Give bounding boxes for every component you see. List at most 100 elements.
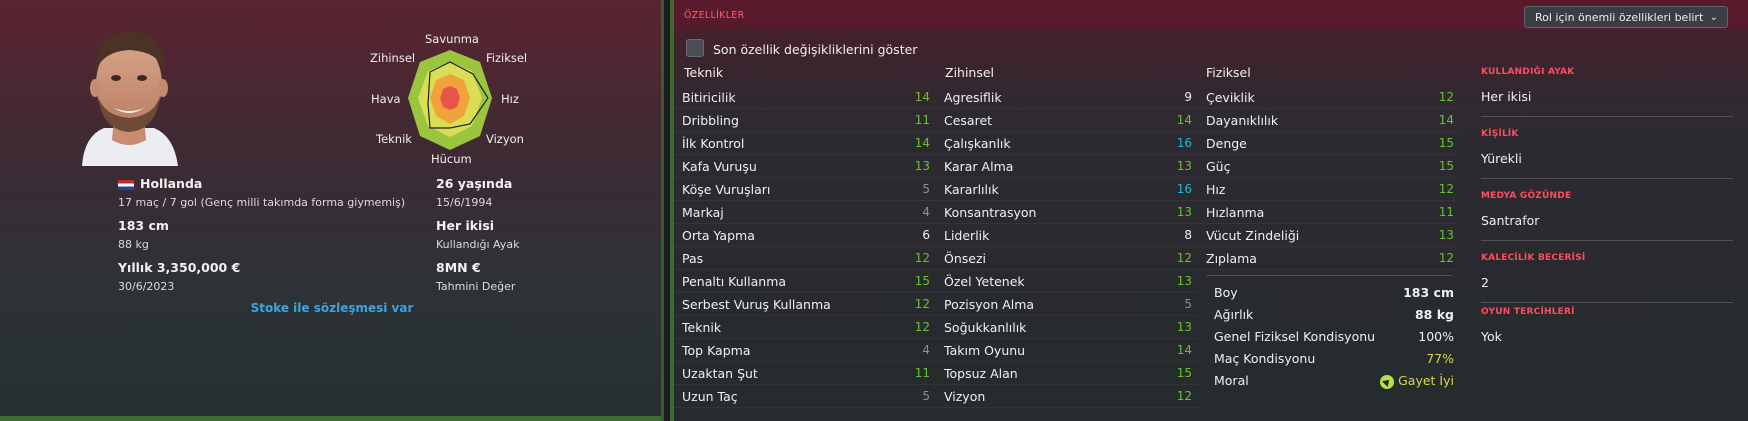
attribute-value: 9 [1184, 90, 1192, 104]
chevron-down-icon: ⌄ [1709, 12, 1718, 23]
physical-info-name: Genel Fiziksel Kondisyonu [1214, 329, 1376, 344]
attribute-row[interactable]: Çeviklik 12 [1198, 87, 1460, 109]
attribute-name: Serbest Vuruş Kullanma [682, 297, 831, 312]
attribute-row[interactable]: Vizyon 12 [936, 386, 1198, 408]
attribute-row[interactable]: Dribbling 11 [674, 110, 936, 132]
attribute-row[interactable]: Önsezi 12 [936, 248, 1198, 270]
attributes-section-title: ÖZELLİKLER [684, 10, 745, 21]
attribute-name: Köşe Vuruşları [682, 182, 771, 197]
attribute-value: 13 [1176, 159, 1192, 173]
weight: 88 kg [118, 238, 149, 251]
attribute-row[interactable]: Penaltı Kullanma 15 [674, 271, 936, 293]
attribute-name: Hızlanma [1206, 205, 1265, 220]
side-info-value: Her ikisi [1481, 89, 1532, 104]
attribute-name: Cesaret [944, 113, 993, 128]
attribute-row[interactable]: Karar Alma 13 [936, 156, 1198, 178]
physical-info-value: Gayet İyi [1380, 371, 1454, 391]
radar-label-savunma: Savunma [425, 32, 479, 46]
attribute-name: Çeviklik [1206, 90, 1255, 105]
side-info-value: 2 [1481, 275, 1489, 290]
side-info-label: KİŞİLİK [1481, 129, 1519, 139]
contract-end: 30/6/2023 [118, 280, 175, 293]
attribute-row[interactable]: Pas 12 [674, 248, 936, 270]
role-highlight-dropdown[interactable]: Rol için önemli özellikleri belirt ⌄ [1524, 6, 1728, 28]
wage: Yıllık 3,350,000 € [118, 260, 241, 275]
attribute-value: 13 [914, 159, 930, 173]
attribute-row[interactable]: Vücut Zindeliği 13 [1198, 225, 1460, 247]
attribute-row[interactable]: Topsuz Alan 15 [936, 363, 1198, 385]
age: 26 yaşında [436, 176, 513, 191]
attribute-name: Teknik [682, 320, 722, 335]
attribute-row[interactable]: Kararlılık 16 [936, 179, 1198, 201]
attribute-value: 5 [1184, 297, 1192, 311]
attribute-row[interactable]: Bitiricilik 14 [674, 87, 936, 109]
attribute-name: Pozisyon Alma [944, 297, 1035, 312]
attribute-row[interactable]: İlk Kontrol 14 [674, 133, 936, 155]
attribute-row[interactable]: Serbest Vuruş Kullanma 12 [674, 294, 936, 316]
side-info-divider [1481, 302, 1733, 303]
side-info-value: Yok [1481, 329, 1502, 344]
attribute-value: 16 [1176, 136, 1192, 150]
attribute-row[interactable]: Kafa Vuruşu 13 [674, 156, 936, 178]
attribute-row[interactable]: Agresiflik 9 [936, 87, 1198, 109]
attribute-name: Uzaktan Şut [682, 366, 758, 381]
physical-info-name: Ağırlık [1214, 307, 1254, 322]
attribute-row[interactable]: Özel Yetenek 13 [936, 271, 1198, 293]
attribute-row[interactable]: Çalışkanlık 16 [936, 133, 1198, 155]
attribute-name: Bitiricilik [682, 90, 736, 105]
attribute-row[interactable]: Konsantrasyon 13 [936, 202, 1198, 224]
attribute-row[interactable]: Top Kapma 4 [674, 340, 936, 362]
side-info-divider [1481, 116, 1733, 117]
attribute-row[interactable]: Hız 12 [1198, 179, 1460, 201]
radar-label-teknik: Teknik [376, 132, 412, 146]
nationality: Hollanda [118, 176, 202, 191]
attribute-row[interactable]: Takım Oyunu 14 [936, 340, 1198, 362]
attribute-row[interactable]: Zıplama 12 [1198, 248, 1460, 270]
attribute-name: Zıplama [1206, 251, 1257, 266]
attribute-row[interactable]: Pozisyon Alma 5 [936, 294, 1198, 316]
attribute-row[interactable]: Soğukkanlılık 13 [936, 317, 1198, 339]
attributes-panel: ÖZELLİKLER Rol için önemli özellikleri b… [670, 0, 1748, 421]
attribute-value: 4 [922, 205, 930, 219]
contract-status-link[interactable]: Stoke ile sözleşmesi var [0, 301, 664, 315]
physical-info-value-text: Gayet İyi [1398, 373, 1454, 388]
physical-info-value: 77% [1426, 349, 1454, 369]
attribute-row[interactable]: Güç 15 [1198, 156, 1460, 178]
zihinsel-column-title: Zihinsel [945, 65, 995, 80]
attribute-name: Agresiflik [944, 90, 1002, 105]
show-changes-checkbox[interactable] [686, 39, 704, 57]
radar-label-hiz: Hız [501, 92, 519, 106]
preferred-foot: Her ikisi [436, 218, 495, 233]
date-of-birth: 15/6/1994 [436, 196, 493, 209]
attribute-row[interactable]: Hızlanma 11 [1198, 202, 1460, 224]
attribute-name: Topsuz Alan [944, 366, 1018, 381]
attribute-row[interactable]: Uzaktan Şut 11 [674, 363, 936, 385]
player-overview-panel: Savunma Zihinsel Fiziksel Hava Hız Tekni… [0, 0, 664, 421]
attribute-row[interactable]: Uzun Taç 5 [674, 386, 936, 408]
attribute-row[interactable]: Cesaret 14 [936, 110, 1198, 132]
attribute-value: 6 [922, 228, 930, 242]
attribute-name: Vizyon [944, 389, 986, 404]
attribute-value: 15 [1438, 136, 1454, 150]
attribute-row[interactable]: Liderlik 8 [936, 225, 1198, 247]
attribute-row[interactable]: Teknik 12 [674, 317, 936, 339]
attribute-row[interactable]: Köşe Vuruşları 5 [674, 179, 936, 201]
attribute-value: 15 [1176, 366, 1192, 380]
attribute-row[interactable]: Orta Yapma 6 [674, 225, 936, 247]
physical-info-name: Boy [1214, 285, 1238, 300]
radar-label-hucum: Hücum [431, 152, 472, 166]
attribute-row[interactable]: Markaj 4 [674, 202, 936, 224]
attribute-value: 15 [1438, 159, 1454, 173]
attribute-value: 11 [914, 366, 930, 380]
attribute-value: 5 [922, 389, 930, 403]
fiziksel-column-title: Fiziksel [1206, 65, 1251, 80]
attribute-row[interactable]: Dayanıklılık 14 [1198, 110, 1460, 132]
attribute-value: 4 [922, 343, 930, 357]
netherlands-flag-icon [118, 179, 134, 190]
attribute-row[interactable]: Denge 15 [1198, 133, 1460, 155]
attribute-value: 13 [1176, 274, 1192, 288]
attribute-name: Konsantrasyon [944, 205, 1037, 220]
side-info-label: KALECİLİK BECERİSİ [1481, 253, 1586, 263]
attribute-name: Kararlılık [944, 182, 999, 197]
nationality-label: Hollanda [140, 176, 203, 191]
